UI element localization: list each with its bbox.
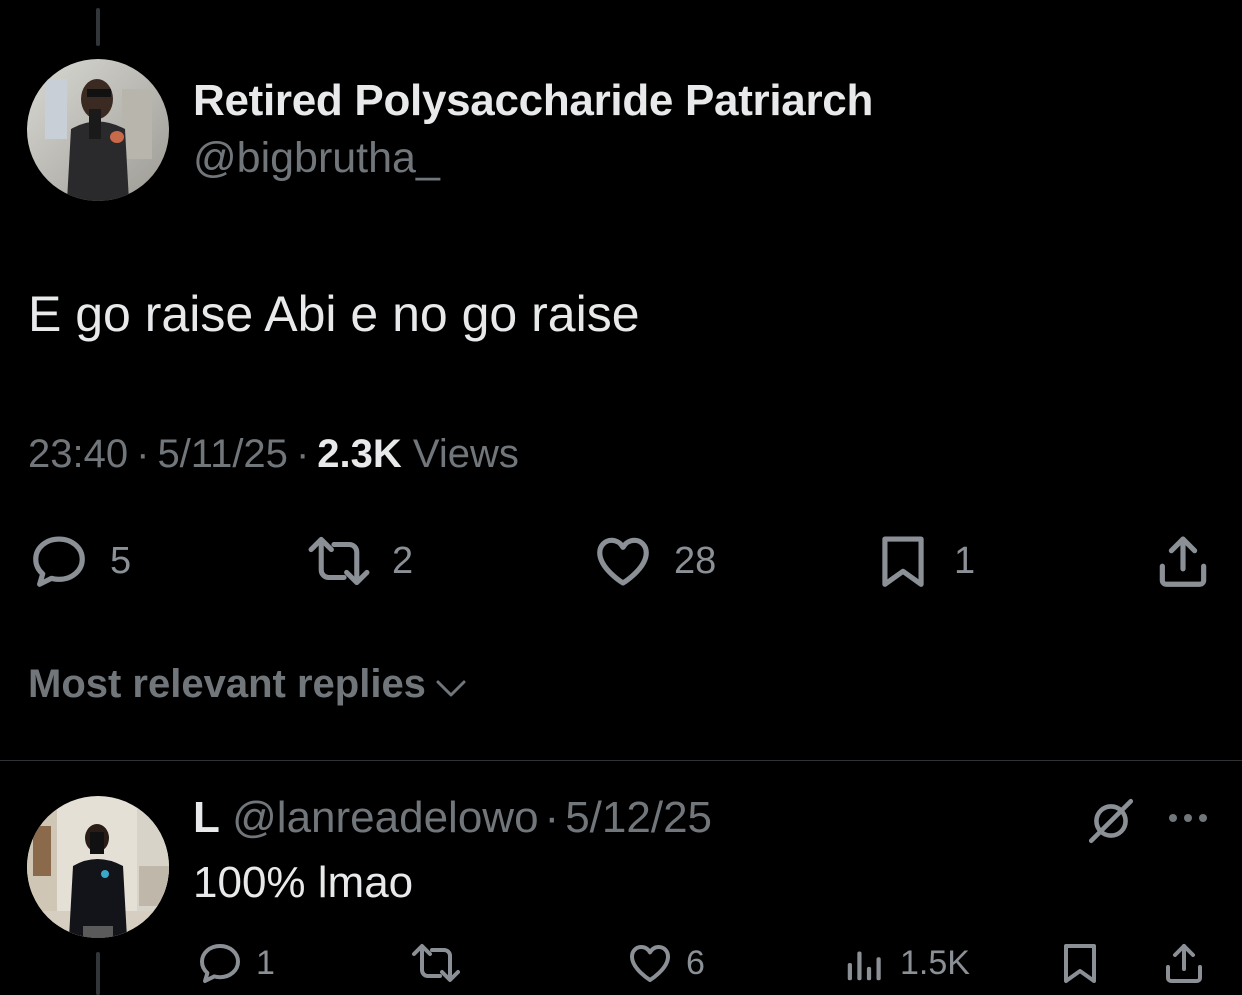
separator-dot: ·: [136, 432, 150, 476]
more-options-icon[interactable]: [1166, 810, 1210, 826]
repost-icon: [308, 536, 370, 586]
like-button[interactable]: 28: [592, 530, 716, 592]
author-avatar[interactable]: [27, 59, 169, 201]
separator-dot: ·: [544, 793, 560, 842]
reply-icon: [33, 536, 85, 587]
chevron-down-icon: [436, 680, 466, 696]
repost-count: 2: [392, 539, 414, 582]
grok-icon[interactable]: [1086, 796, 1136, 846]
reply-bookmark-button[interactable]: [1056, 938, 1104, 988]
views-count: 2.3K: [317, 432, 402, 476]
author-handle[interactable]: @bigbrutha_: [193, 134, 440, 183]
repost-button[interactable]: 2: [306, 530, 413, 592]
share-button[interactable]: [1152, 530, 1214, 592]
reply-date[interactable]: 5/12/25: [565, 793, 712, 842]
views-chart-icon: [847, 951, 881, 981]
section-divider: [0, 760, 1242, 761]
reply-repost-button[interactable]: [410, 938, 474, 988]
reply-like-count: 6: [686, 943, 705, 982]
reply-author-display-name[interactable]: L: [193, 793, 220, 842]
reply-text: 100% lmao: [193, 858, 414, 907]
tweet-text: E go raise Abi e no go raise: [28, 286, 640, 342]
reply-reply-button[interactable]: 1: [196, 938, 275, 988]
tweet-time[interactable]: 23:40: [28, 432, 128, 476]
bookmark-icon: [1064, 944, 1096, 983]
bookmark-count: 1: [954, 539, 976, 582]
thread-connector-line: [96, 8, 100, 46]
like-count: 28: [674, 539, 717, 582]
reply-button[interactable]: 5: [28, 530, 131, 592]
tweet-metadata: 23:40 · 5/11/25 · 2.3K Views: [28, 432, 519, 477]
share-icon: [1159, 536, 1207, 587]
reply-icon: [200, 944, 240, 983]
reply-views-count: 1.5K: [900, 943, 970, 982]
reply-author-handle[interactable]: @lanreadelowo: [232, 793, 538, 842]
separator-dot: ·: [295, 432, 310, 476]
reply-like-button[interactable]: 6: [626, 938, 705, 988]
reply-reply-count: 1: [256, 943, 275, 982]
reply-views-button[interactable]: 1.5K: [842, 938, 970, 988]
views-label: Views: [412, 432, 519, 476]
author-display-name[interactable]: Retired Polysaccharide Patriarch: [193, 76, 873, 126]
tweet-date[interactable]: 5/11/25: [157, 432, 288, 476]
repost-icon: [412, 944, 460, 982]
replies-sort-dropdown[interactable]: Most relevant replies: [28, 662, 468, 707]
reply-author-avatar[interactable]: [27, 796, 169, 938]
replies-sort-label: Most relevant replies: [28, 662, 426, 706]
thread-connector-line: [96, 952, 100, 995]
reply-count: 5: [110, 539, 132, 582]
reply-header: L @lanreadelowo · 5/12/25: [193, 793, 712, 843]
share-icon: [1166, 944, 1202, 983]
heart-icon: [597, 537, 649, 586]
reply-share-button[interactable]: [1160, 938, 1208, 988]
heart-icon: [630, 945, 670, 982]
bookmark-button[interactable]: 1: [872, 530, 975, 592]
bookmark-icon: [882, 536, 924, 587]
